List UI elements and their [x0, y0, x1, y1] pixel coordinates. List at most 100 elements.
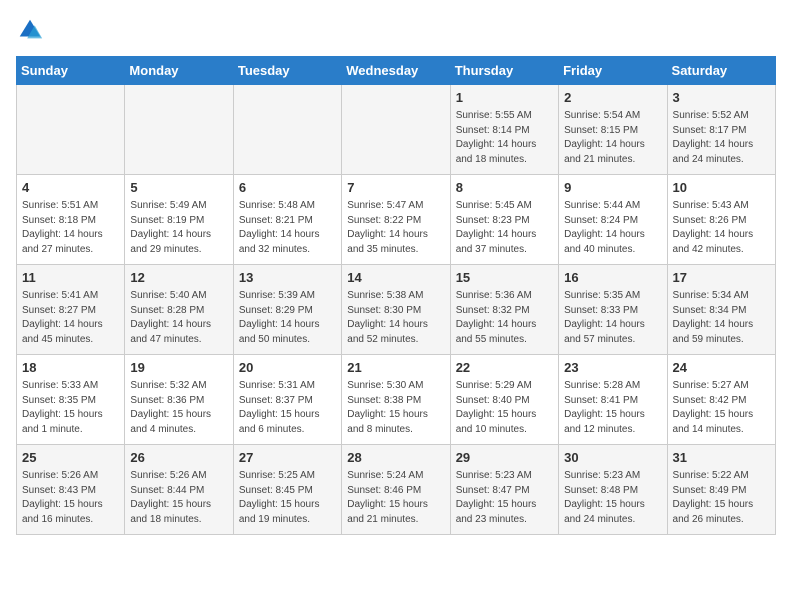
weekday-header-thursday: Thursday — [450, 57, 558, 85]
day-number: 10 — [673, 179, 770, 197]
day-info: Sunrise: 5:38 AM Sunset: 8:30 PM Dayligh… — [347, 289, 444, 347]
day-info: Sunrise: 5:45 AM Sunset: 8:23 PM Dayligh… — [456, 199, 553, 257]
weekday-header-row: SundayMondayTuesdayWednesdayThursdayFrid… — [17, 57, 776, 85]
day-number: 17 — [673, 269, 770, 287]
day-info: Sunrise: 5:24 AM Sunset: 8:46 PM Dayligh… — [347, 469, 444, 527]
day-info: Sunrise: 5:31 AM Sunset: 8:37 PM Dayligh… — [239, 379, 336, 437]
calendar-cell: 27Sunrise: 5:25 AM Sunset: 8:45 PM Dayli… — [233, 445, 341, 535]
calendar-cell: 26 Sunrise: 5:26 AM Sunset: 8:44 PM Dayli… — [125, 445, 233, 535]
day-number: 22 — [456, 359, 553, 377]
day-info: Sunrise: 5:23 AM Sunset: 8:48 PM Dayligh… — [564, 469, 661, 527]
calendar-cell: 6 Sunrise: 5:48 AM Sunset: 8:21 PM Daylig… — [233, 175, 341, 265]
calendar-cell: 8 Sunrise: 5:45 AM Sunset: 8:23 PM Daylig… — [450, 175, 558, 265]
day-info: Sunrise: 5:25 AM Sunset: 8:45 PM Dayligh… — [239, 469, 336, 527]
calendar-cell: 28 Sunrise: 5:24 AM Sunset: 8:46 PM Dayli… — [342, 445, 450, 535]
day-info: Sunrise: 5:43 AM Sunset: 8:26 PM Dayligh… — [673, 199, 770, 257]
calendar-cell: 11Sunrise: 5:41 AM Sunset: 8:27 PM Dayli… — [17, 265, 125, 355]
calendar-week-row: 18 Sunrise: 5:33 AM Sunset: 8:35 PM Dayli… — [17, 355, 776, 445]
day-info: Sunrise: 5:51 AM Sunset: 8:18 PM Dayligh… — [22, 199, 119, 257]
day-info: Sunrise: 5:28 AM Sunset: 8:41 PM Dayligh… — [564, 379, 661, 437]
calendar-cell: 5Sunrise: 5:49 AM Sunset: 8:19 PM Daylig… — [125, 175, 233, 265]
day-number: 25 — [22, 449, 119, 467]
day-number: 12 — [130, 269, 227, 287]
day-number: 2 — [564, 89, 661, 107]
calendar-cell: 4 Sunrise: 5:51 AM Sunset: 8:18 PM Daylig… — [17, 175, 125, 265]
calendar-cell — [125, 85, 233, 175]
day-info: Sunrise: 5:40 AM Sunset: 8:28 PM Dayligh… — [130, 289, 227, 347]
calendar-body: 1 Sunrise: 5:55 AM Sunset: 8:14 PM Daylig… — [17, 85, 776, 535]
calendar-cell: 12 Sunrise: 5:40 AM Sunset: 8:28 PM Dayli… — [125, 265, 233, 355]
calendar-cell: 22 Sunrise: 5:29 AM Sunset: 8:40 PM Dayli… — [450, 355, 558, 445]
day-info: Sunrise: 5:35 AM Sunset: 8:33 PM Dayligh… — [564, 289, 661, 347]
calendar-cell: 19Sunrise: 5:32 AM Sunset: 8:36 PM Dayli… — [125, 355, 233, 445]
calendar-cell: 1 Sunrise: 5:55 AM Sunset: 8:14 PM Daylig… — [450, 85, 558, 175]
calendar-cell: 23 Sunrise: 5:28 AM Sunset: 8:41 PM Dayli… — [559, 355, 667, 445]
day-info: Sunrise: 5:47 AM Sunset: 8:22 PM Dayligh… — [347, 199, 444, 257]
calendar-cell: 15Sunrise: 5:36 AM Sunset: 8:32 PM Dayli… — [450, 265, 558, 355]
calendar-cell: 31 Sunrise: 5:22 AM Sunset: 8:49 PM Dayli… — [667, 445, 775, 535]
day-number: 13 — [239, 269, 336, 287]
day-info: Sunrise: 5:26 AM Sunset: 8:44 PM Dayligh… — [130, 469, 227, 527]
day-number: 16 — [564, 269, 661, 287]
calendar-cell: 10 Sunrise: 5:43 AM Sunset: 8:26 PM Dayli… — [667, 175, 775, 265]
day-info: Sunrise: 5:22 AM Sunset: 8:49 PM Dayligh… — [673, 469, 770, 527]
day-info: Sunrise: 5:55 AM Sunset: 8:14 PM Dayligh… — [456, 109, 553, 167]
day-info: Sunrise: 5:29 AM Sunset: 8:40 PM Dayligh… — [456, 379, 553, 437]
day-number: 15 — [456, 269, 553, 287]
day-number: 30 — [564, 449, 661, 467]
calendar-table: SundayMondayTuesdayWednesdayThursdayFrid… — [16, 56, 776, 535]
day-number: 29 — [456, 449, 553, 467]
day-info: Sunrise: 5:48 AM Sunset: 8:21 PM Dayligh… — [239, 199, 336, 257]
logo — [16, 16, 48, 44]
day-info: Sunrise: 5:27 AM Sunset: 8:42 PM Dayligh… — [673, 379, 770, 437]
day-number: 14 — [347, 269, 444, 287]
day-number: 23 — [564, 359, 661, 377]
day-number: 3 — [673, 89, 770, 107]
day-number: 6 — [239, 179, 336, 197]
calendar-cell — [233, 85, 341, 175]
weekday-header-wednesday: Wednesday — [342, 57, 450, 85]
day-info: Sunrise: 5:30 AM Sunset: 8:38 PM Dayligh… — [347, 379, 444, 437]
day-info: Sunrise: 5:34 AM Sunset: 8:34 PM Dayligh… — [673, 289, 770, 347]
calendar-header: SundayMondayTuesdayWednesdayThursdayFrid… — [17, 57, 776, 85]
calendar-cell: 21 Sunrise: 5:30 AM Sunset: 8:38 PM Dayli… — [342, 355, 450, 445]
calendar-week-row: 4 Sunrise: 5:51 AM Sunset: 8:18 PM Daylig… — [17, 175, 776, 265]
calendar-week-row: 11Sunrise: 5:41 AM Sunset: 8:27 PM Dayli… — [17, 265, 776, 355]
day-number: 9 — [564, 179, 661, 197]
day-number: 20 — [239, 359, 336, 377]
day-number: 24 — [673, 359, 770, 377]
day-info: Sunrise: 5:33 AM Sunset: 8:35 PM Dayligh… — [22, 379, 119, 437]
calendar-cell — [342, 85, 450, 175]
day-number: 31 — [673, 449, 770, 467]
calendar-cell: 3Sunrise: 5:52 AM Sunset: 8:17 PM Daylig… — [667, 85, 775, 175]
weekday-header-tuesday: Tuesday — [233, 57, 341, 85]
calendar-cell: 20 Sunrise: 5:31 AM Sunset: 8:37 PM Dayli… — [233, 355, 341, 445]
day-info: Sunrise: 5:54 AM Sunset: 8:15 PM Dayligh… — [564, 109, 661, 167]
page-header — [16, 16, 776, 44]
day-number: 4 — [22, 179, 119, 197]
calendar-cell: 30 Sunrise: 5:23 AM Sunset: 8:48 PM Dayli… — [559, 445, 667, 535]
day-info: Sunrise: 5:32 AM Sunset: 8:36 PM Dayligh… — [130, 379, 227, 437]
calendar-cell: 18 Sunrise: 5:33 AM Sunset: 8:35 PM Dayli… — [17, 355, 125, 445]
logo-icon — [16, 16, 44, 44]
calendar-cell: 13Sunrise: 5:39 AM Sunset: 8:29 PM Dayli… — [233, 265, 341, 355]
day-number: 8 — [456, 179, 553, 197]
day-info: Sunrise: 5:23 AM Sunset: 8:47 PM Dayligh… — [456, 469, 553, 527]
day-number: 28 — [347, 449, 444, 467]
day-number: 7 — [347, 179, 444, 197]
day-number: 11 — [22, 269, 119, 287]
calendar-cell: 9Sunrise: 5:44 AM Sunset: 8:24 PM Daylig… — [559, 175, 667, 265]
calendar-cell: 7 Sunrise: 5:47 AM Sunset: 8:22 PM Daylig… — [342, 175, 450, 265]
day-number: 18 — [22, 359, 119, 377]
weekday-header-friday: Friday — [559, 57, 667, 85]
day-number: 21 — [347, 359, 444, 377]
weekday-header-sunday: Sunday — [17, 57, 125, 85]
calendar-week-row: 25Sunrise: 5:26 AM Sunset: 8:43 PM Dayli… — [17, 445, 776, 535]
calendar-cell: 24 Sunrise: 5:27 AM Sunset: 8:42 PM Dayli… — [667, 355, 775, 445]
weekday-header-monday: Monday — [125, 57, 233, 85]
day-number: 1 — [456, 89, 553, 107]
day-number: 5 — [130, 179, 227, 197]
calendar-week-row: 1 Sunrise: 5:55 AM Sunset: 8:14 PM Daylig… — [17, 85, 776, 175]
calendar-cell: 25Sunrise: 5:26 AM Sunset: 8:43 PM Dayli… — [17, 445, 125, 535]
day-number: 26 — [130, 449, 227, 467]
